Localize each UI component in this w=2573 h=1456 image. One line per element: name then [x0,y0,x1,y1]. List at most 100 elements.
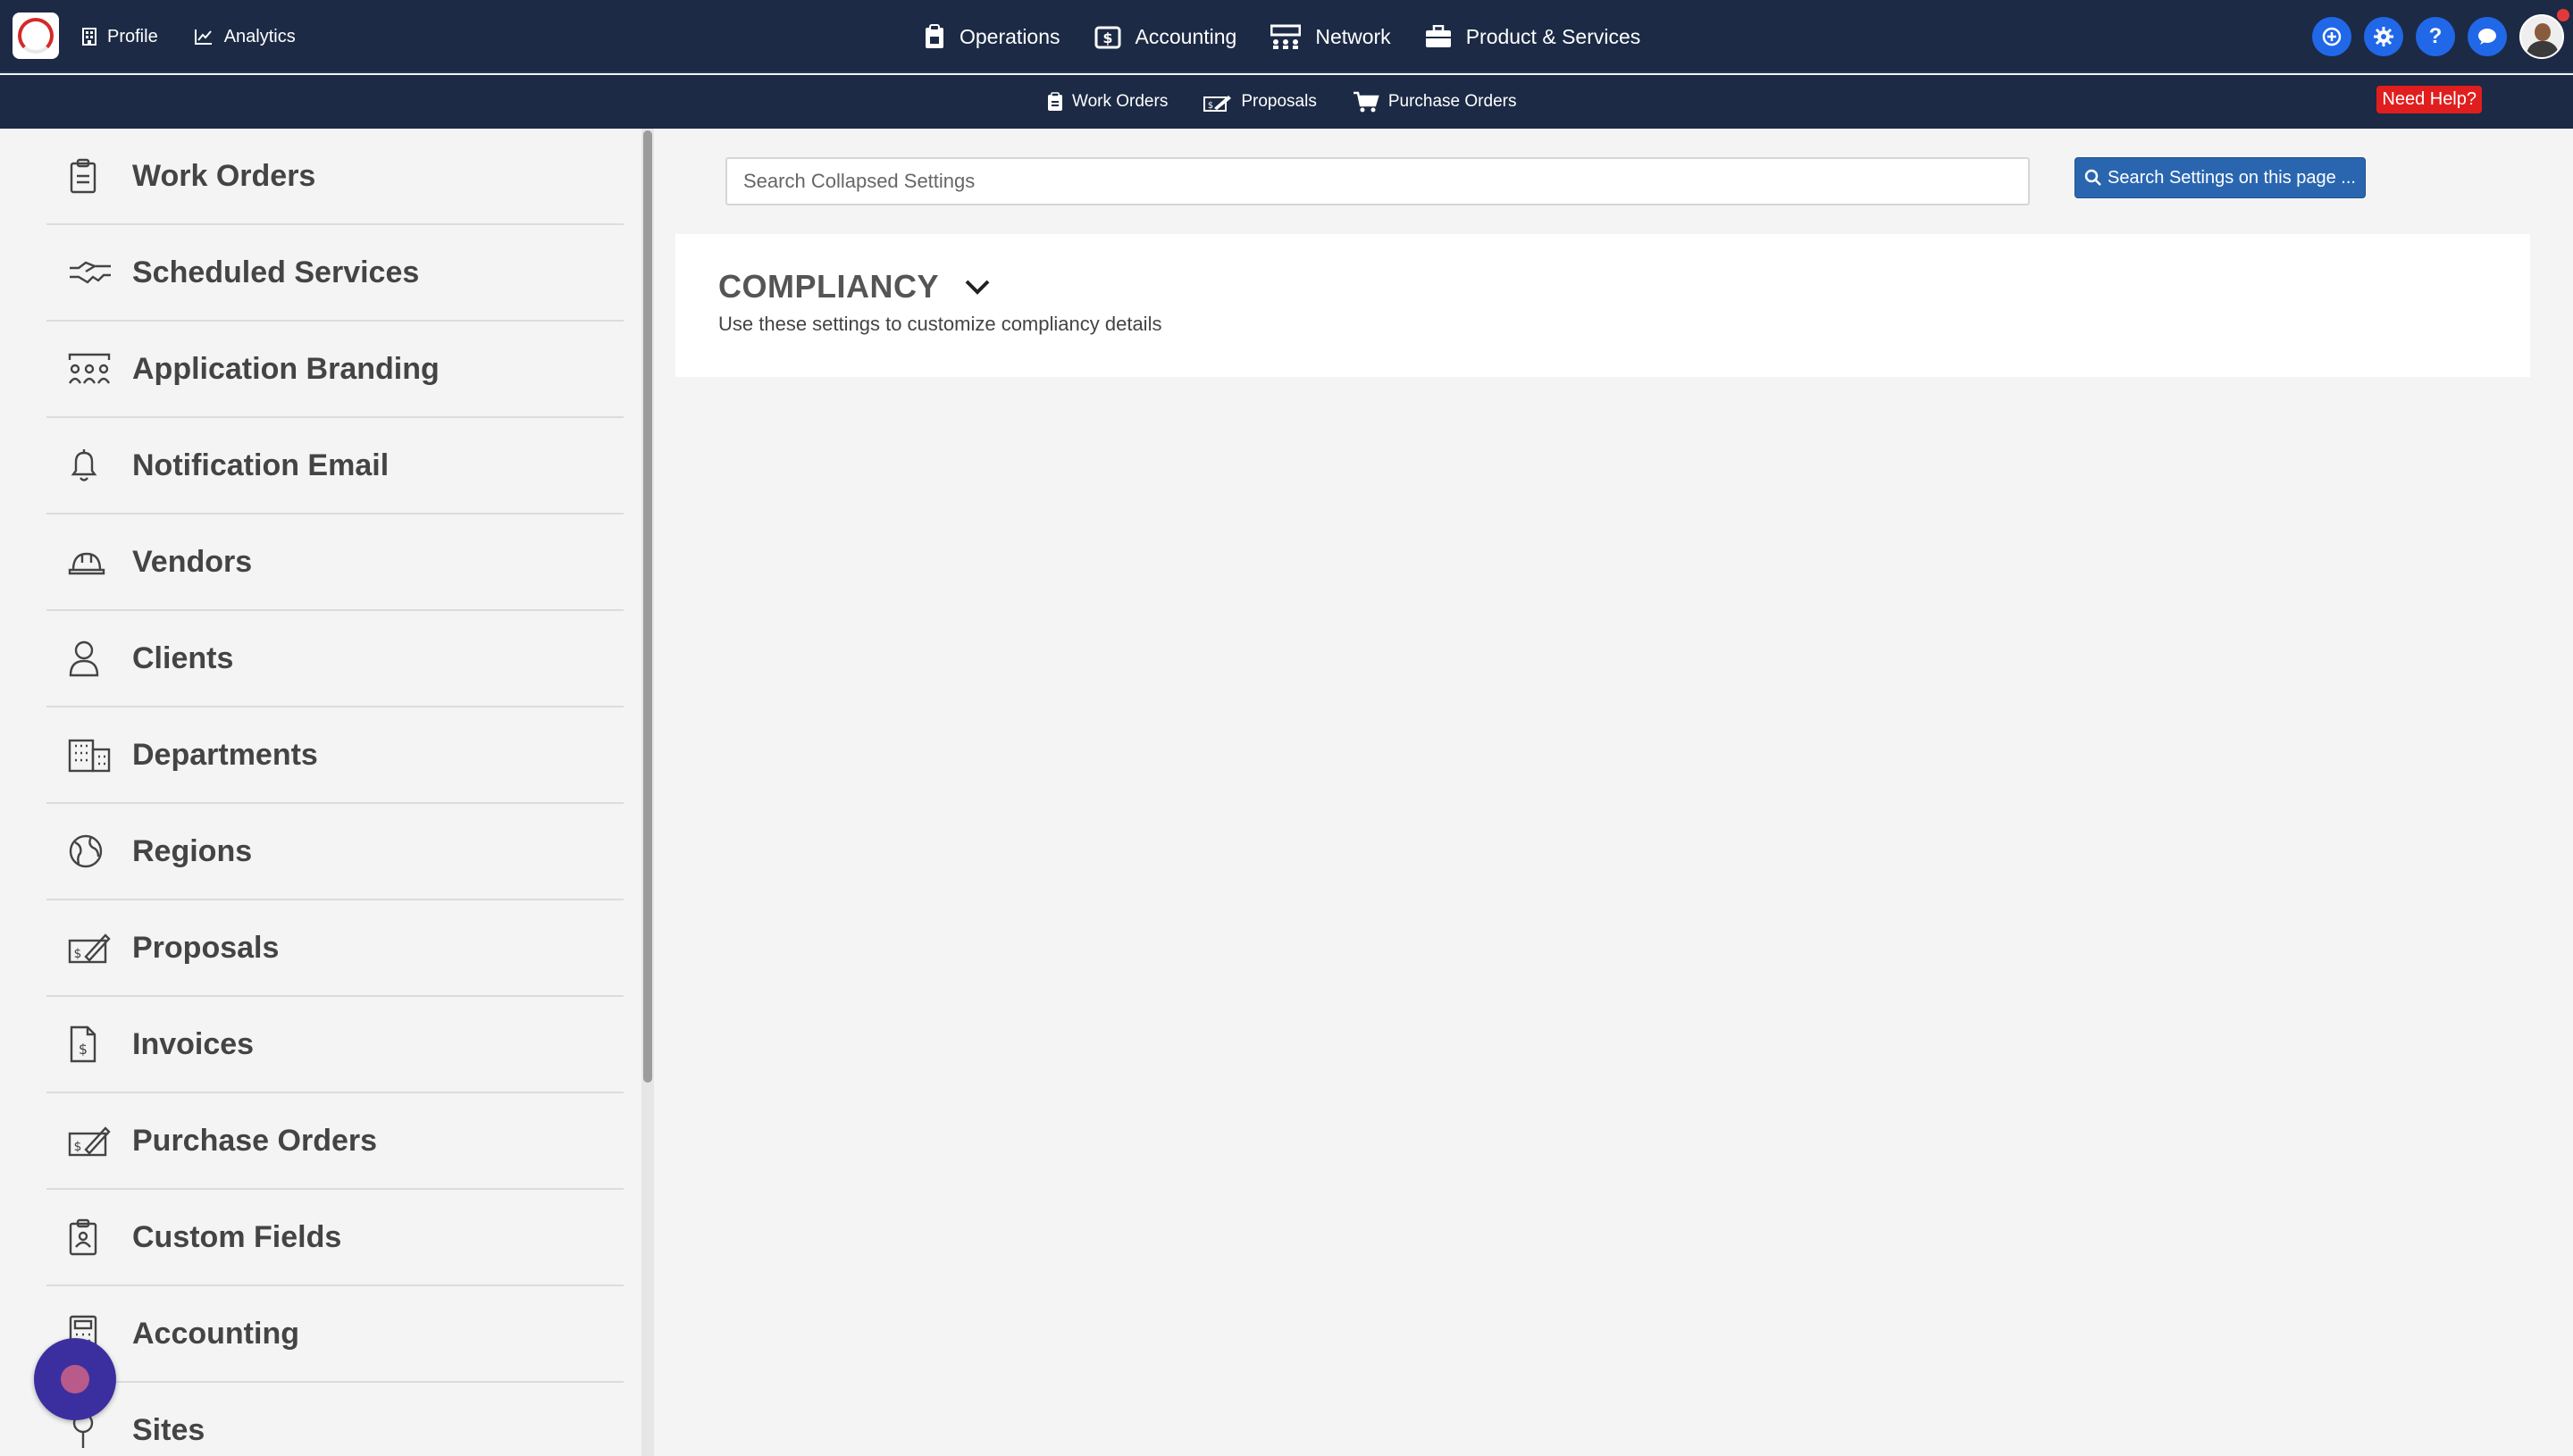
svg-text:$: $ [1102,29,1112,46]
top-nav-main: Operations $ Accounting Network Product … [924,0,1640,73]
help-button[interactable]: ? [2416,17,2455,56]
question-icon: ? [2428,24,2443,48]
need-help-button[interactable]: Need Help? [2376,86,2482,113]
invoice-icon: $ [46,1025,132,1063]
users-group-icon [46,353,132,385]
svg-text:$: $ [74,1140,82,1154]
nav-analytics[interactable]: Analytics [194,27,296,47]
nav-profile[interactable]: Profile [82,27,158,47]
nav-profile-label: Profile [107,26,158,46]
sidebar-item-sites[interactable]: Sites [46,1383,624,1456]
sidebar-item-notification-email[interactable]: Notification Email [46,418,624,515]
sidebar-scrollbar-thumb[interactable] [643,130,652,1083]
svg-text:$: $ [1208,101,1213,111]
settings-sidebar: Work Orders Scheduled Services Applicati… [0,129,647,1456]
floating-assistant-button[interactable] [34,1338,116,1420]
bell-icon [46,448,132,483]
sidebar-item-label: Custom Fields [132,1219,342,1254]
sidebar-item-departments[interactable]: Departments [46,707,624,804]
sidebar-item-label: Accounting [132,1316,299,1351]
sidebar-item-label: Notification Email [132,448,390,482]
proposal-icon: $ [46,932,132,964]
nav-network[interactable]: Network [1270,24,1391,49]
company-logo[interactable] [13,13,59,59]
handshake-icon [46,257,132,288]
network-icon [1270,24,1302,49]
nav-accounting-label: Accounting [1135,24,1237,48]
svg-text:$: $ [74,947,82,961]
sidebar-item-label: Vendors [132,544,253,579]
nav-product-services[interactable]: Product & Services [1425,25,1640,49]
sidebar-item-purchase-orders[interactable]: $ Purchase Orders [46,1093,624,1190]
sidebar-item-invoices[interactable]: $ Invoices [46,997,624,1093]
building-icon [82,28,96,46]
sidebar-item-label: Scheduled Services [132,255,420,289]
subnav-work-orders[interactable]: Work Orders [1047,92,1168,112]
sidebar-item-label: Clients [132,640,234,675]
sub-navbar: Work Orders $ Proposals Purchase Orders … [0,75,2573,129]
section-title: COMPLIANCY [718,268,939,305]
proposal-icon: $ [46,1125,132,1157]
sidebar-item-work-orders[interactable]: Work Orders [46,129,624,225]
buildings-icon [46,737,132,773]
settings-button[interactable] [2364,17,2403,56]
nav-operations-label: Operations [960,24,1060,48]
briefcase-icon [1425,25,1451,47]
subnav-purchase-orders-label: Purchase Orders [1387,92,1517,111]
nav-analytics-label: Analytics [223,26,296,46]
money-box-icon: $ [1094,26,1121,49]
subnav-work-orders-label: Work Orders [1072,92,1169,111]
subnav-purchase-orders[interactable]: Purchase Orders [1353,91,1517,113]
sidebar-item-custom-fields[interactable]: Custom Fields [46,1190,624,1286]
top-nav-actions: ? [2312,0,2564,73]
nav-accounting[interactable]: $ Accounting [1094,24,1237,49]
sidebar-item-clients[interactable]: Clients [46,611,624,707]
sidebar-item-label: Proposals [132,930,280,965]
chat-bubble-icon [2478,29,2496,45]
plus-circle-icon [2322,27,2342,46]
top-nav-left: Profile Analytics [82,0,296,73]
section-description: Use these settings to customize complian… [718,313,1162,335]
sidebar-item-label: Invoices [132,1026,255,1061]
sidebar-item-label: Sites [132,1412,205,1447]
sidebar-item-label: Application Branding [132,351,440,386]
proposal-icon: $ [1203,96,1232,112]
sidebar-item-vendors[interactable]: Vendors [46,515,624,611]
sidebar-item-application-branding[interactable]: Application Branding [46,322,624,418]
quick-add-button[interactable] [2312,17,2351,56]
notification-dot [2557,9,2569,21]
search-settings-button[interactable]: Search Settings on this page ... [2074,157,2366,198]
subnav-proposals-label: Proposals [1241,92,1317,111]
compliancy-section: COMPLIANCY Use these settings to customi… [675,234,2530,377]
hard-hat-icon [46,547,132,577]
clipboard-icon [1048,92,1062,111]
sidebar-item-label: Purchase Orders [132,1123,378,1158]
top-navbar: Profile Analytics Operations $ Accountin… [0,0,2573,73]
svg-text:$: $ [79,1041,88,1058]
nav-operations[interactable]: Operations [924,24,1060,49]
settings-search-input[interactable] [725,157,2030,205]
sidebar-item-label: Departments [132,737,318,772]
sub-nav-links: Work Orders $ Proposals Purchase Orders [1047,75,1516,129]
sidebar-item-scheduled-services[interactable]: Scheduled Services [46,225,624,322]
search-icon [2084,169,2101,186]
sidebar-item-label: Work Orders [132,158,316,193]
sidebar-item-accounting[interactable]: Accounting [46,1286,624,1383]
user-avatar[interactable] [2519,14,2564,59]
cart-icon [1353,91,1379,113]
clipboard-icon [926,24,943,48]
user-icon [46,640,132,677]
gear-icon [2374,27,2393,46]
nav-network-label: Network [1315,24,1391,48]
chat-button[interactable] [2468,17,2507,56]
search-settings-label: Search Settings on this page ... [2108,167,2356,188]
compliancy-section-header[interactable]: COMPLIANCY [718,268,991,305]
sidebar-item-proposals[interactable]: $ Proposals [46,900,624,997]
globe-icon [46,833,132,869]
subnav-proposals[interactable]: $ Proposals [1203,92,1317,112]
sidebar-item-regions[interactable]: Regions [46,804,624,900]
id-badge-icon [46,1218,132,1256]
clipboard-icon [46,158,132,194]
sidebar-item-label: Regions [132,833,253,868]
chart-line-icon [194,29,212,45]
